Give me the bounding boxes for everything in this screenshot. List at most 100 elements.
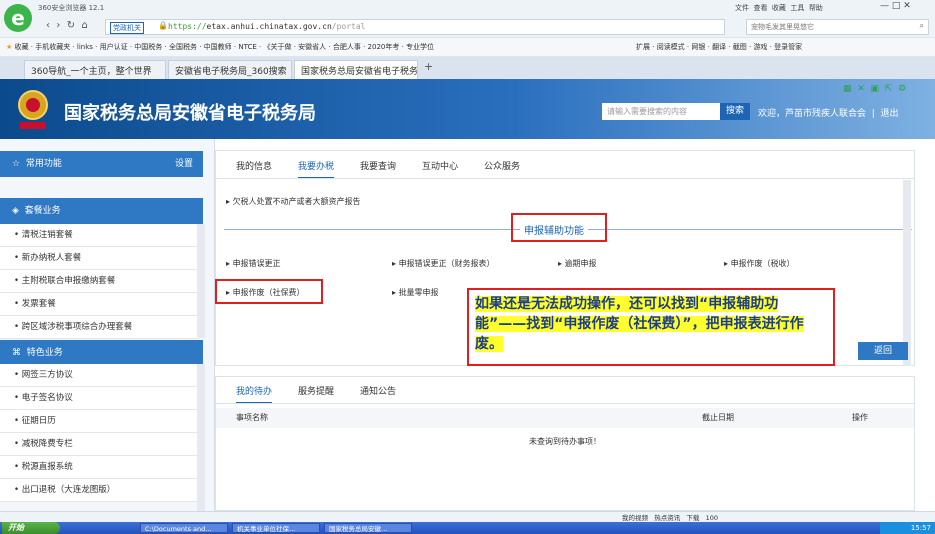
menu-view[interactable]: 查看 [753,4,767,12]
menu-help[interactable]: 帮助 [809,4,823,12]
refresh-icon[interactable]: ↻ [67,20,75,31]
screenshot-button[interactable]: 截图 [733,43,747,51]
minimize-icon[interactable]: — [880,1,889,11]
bookmark-item[interactable]: 全国税务 [169,43,197,51]
layers-icon: ◈ [12,206,19,216]
extensions-button[interactable]: 扩展 [636,43,650,51]
bookmark-item[interactable]: links [77,43,93,51]
sidebar-item[interactable]: • 减税降费专栏 [0,433,197,456]
sidebar-item[interactable]: • 新办纳税人套餐 [0,247,197,270]
menu-file[interactable]: 文件 [735,4,749,12]
sidebar-item[interactable]: • 主附税联合申报缴纳套餐 [0,270,197,293]
close-icon[interactable]: ✕ [903,1,911,11]
status-news[interactable]: 热点资讯 [654,514,680,522]
sidebar-item[interactable]: • 征期日历 [0,410,197,433]
browser-tab-active[interactable]: 国家税务总局安徽省电子税务局 [294,60,418,79]
package-scrollbar[interactable] [197,224,205,338]
site-search-input[interactable]: 请输入需要搜索的内容 [602,103,720,120]
link-report-asset-disposal[interactable]: ▸ 欠税人处置不动产或者大额资产报告 [226,196,361,207]
forward-icon[interactable]: › [56,20,60,31]
link-batch-zero-declaration[interactable]: ▸ 批量零申报 [392,287,439,298]
login-manager-button[interactable]: 登录管家 [774,43,802,51]
bookmark-item[interactable]: 中国税务 [134,43,162,51]
sidebar-header-common[interactable]: ☆ 常用功能 设置 [0,151,203,177]
window-icon[interactable]: ▣ [871,84,880,94]
bookmark-item[interactable]: 2020年考 [368,43,400,51]
special-scrollbar[interactable] [197,364,205,511]
sidebar-item[interactable]: • 清税注销套餐 [0,224,197,247]
tab-my-todo[interactable]: 我的待办 [236,384,273,404]
taskbar-item[interactable]: C:\Documents and... [140,523,228,533]
menu-favorites[interactable]: 收藏 [772,4,786,12]
bookmark-item[interactable]: 合肥人事 [333,43,361,51]
reader-mode-button[interactable]: 阅读模式 [657,43,685,51]
bookmark-item[interactable]: 《关于做 [263,43,291,51]
bookmark-item[interactable]: 中国教师 [204,43,232,51]
tab-public-service[interactable]: 公众服务 [484,159,520,172]
browser-logo-icon[interactable]: e [4,4,32,32]
browser-status-bar [0,511,935,522]
lower-tab-divider [215,403,915,404]
sidebar-item[interactable]: • 网签三方协议 [0,364,197,387]
browser-search-box[interactable]: 宠物毛发其里晃悠它 ⌕ [746,19,929,35]
link-label: 欠税人处置不动产或者大额资产报告 [232,197,361,206]
sidebar-item[interactable]: • 税源直报系统 [0,456,197,479]
share-icon[interactable]: ⇱ [885,84,893,94]
bank-button[interactable]: 网银 [691,43,705,51]
bookmark-item[interactable]: 专业学位 [406,43,434,51]
games-button[interactable]: 游戏 [753,43,767,51]
bookmark-item[interactable]: 收藏 [15,43,29,51]
back-icon[interactable]: ‹ [46,20,50,31]
main-scrollbar[interactable] [903,180,911,366]
address-bar[interactable]: 党政机关 🔒 https://etax.anhui.chinatax.gov.c… [105,19,725,35]
gear-icon[interactable]: ⚙ [898,84,906,94]
search-icon[interactable]: ⌕ [920,21,924,31]
sidebar-item-label: 新办纳税人套餐 [21,253,82,263]
logout-link[interactable]: 退出 [881,109,899,119]
site-search-button[interactable]: 搜索 [720,103,750,120]
sidebar-item[interactable]: • 出口退税（大连龙图版） [0,479,197,502]
browser-tab[interactable]: 360导航_一个主页，整个世界 [24,60,166,79]
zoom-level[interactable]: 100 [706,514,718,522]
bookmarks-bar: ★ 收藏 · 手机收藏夹 · links · 用户认证 · 中国税务 · 全国税… [0,37,935,57]
sidebar-item[interactable]: • 发票套餐 [0,293,197,316]
menu-tools[interactable]: 工具 [790,4,804,12]
taskbar-item[interactable]: 国家税务总局安徽... [324,523,412,533]
browser-tab[interactable]: 安徽省电子税务局_360搜索 [168,60,292,79]
settings-link[interactable]: 设置 [175,151,193,177]
link-correct-declaration[interactable]: ▸ 申报错误更正 [226,258,281,269]
welcome-bar: 欢迎，芦苗市残疾人联合会 | 退出 [758,109,899,119]
expand-icon[interactable]: ✕ [857,84,865,94]
new-tab-icon[interactable]: + [424,60,433,73]
sidebar-header-special[interactable]: ⌘ 特色业务 [0,340,203,366]
status-video[interactable]: 我的视频 [622,514,648,522]
home-icon[interactable]: ⌂ [81,20,87,31]
bookmark-item[interactable]: 安徽省人 [298,43,326,51]
tab-service-reminder[interactable]: 服务提醒 [298,384,334,397]
sidebar-item[interactable]: • 跨区域涉税事项综合办理套餐 [0,316,197,339]
browser-tab-label: 国家税务总局安徽省电子税务局 [301,67,418,77]
tab-notices[interactable]: 通知公告 [360,384,396,397]
status-download[interactable]: 下载 [686,514,699,522]
link-correct-financial[interactable]: ▸ 申报错误更正（财务报表） [392,258,495,269]
sidebar-item[interactable]: • 电子签名协议 [0,387,197,410]
tab-interaction[interactable]: 互动中心 [422,159,458,172]
return-button[interactable]: 返回 [858,342,908,360]
link-overdue-declaration[interactable]: ▸ 逾期申报 [558,258,597,269]
tab-my-info[interactable]: 我的信息 [236,159,272,172]
bookmark-item[interactable]: 手机收藏夹 [35,43,70,51]
bookmark-item[interactable]: NTCE [238,43,256,51]
sidebar-header-package[interactable]: ◈ 套餐业务 [0,198,203,224]
link-void-tax[interactable]: ▸ 申报作废（税收） [724,258,795,269]
maximize-icon[interactable]: □ [892,1,901,11]
highlight-box-void-social [215,279,323,304]
taskbar-item[interactable]: 机关事业单位社保... [232,523,320,533]
tab-query[interactable]: 我要查询 [360,159,396,172]
start-button[interactable]: 开始 [2,522,60,534]
address-host: etax.anhui.chinatax.gov.cn [206,22,332,31]
tab-tax-handling[interactable]: 我要办税 [298,159,335,179]
grid-icon[interactable]: ▦ [843,84,852,94]
bookmark-item[interactable]: 用户认证 [100,43,128,51]
translate-button[interactable]: 翻译 [712,43,726,51]
browser-search-placeholder: 宠物毛发其里晃悠它 [751,23,814,31]
